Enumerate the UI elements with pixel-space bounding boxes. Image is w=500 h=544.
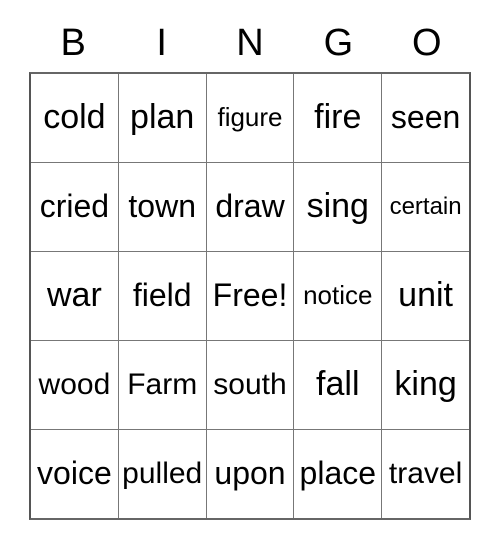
bingo-cell[interactable]: south <box>205 341 294 429</box>
bingo-row: war field Free! notice unit <box>31 251 469 340</box>
bingo-cell-label: draw <box>215 188 285 225</box>
bingo-cell-label: figure <box>217 102 283 133</box>
bingo-cell-label: wood <box>38 368 111 402</box>
bingo-cell[interactable]: sing <box>293 163 382 251</box>
bingo-header-letter-g: G <box>323 22 354 64</box>
bingo-cell[interactable]: king <box>381 341 469 429</box>
bingo-cell-label: king <box>394 365 457 404</box>
bingo-cell-label: place <box>299 455 377 492</box>
bingo-cell[interactable]: upon <box>205 430 294 518</box>
bingo-cell[interactable]: seen <box>381 74 469 162</box>
bingo-cell-label: unit <box>398 276 453 315</box>
bingo-cell-label: fire <box>314 98 362 137</box>
bingo-cell-label: pulled <box>122 457 203 491</box>
bingo-cell[interactable]: notice <box>293 252 382 340</box>
bingo-cell[interactable]: voice <box>31 430 118 518</box>
bingo-cell-label: cold <box>43 98 106 137</box>
bingo-cell[interactable]: pulled <box>117 430 206 518</box>
bingo-cell-label: plan <box>130 98 195 137</box>
bingo-cell-label: field <box>132 277 192 314</box>
bingo-cell[interactable]: draw <box>205 163 294 251</box>
bingo-header-letter-i: I <box>156 22 167 64</box>
bingo-row: wood Farm south fall king <box>31 340 469 429</box>
bingo-cell-label: travel <box>388 457 463 491</box>
bingo-cell[interactable]: war <box>31 252 118 340</box>
bingo-cell[interactable]: figure <box>205 74 294 162</box>
bingo-cell[interactable]: fall <box>293 341 382 429</box>
bingo-cell-label: certain <box>389 193 462 221</box>
bingo-free-space-label: Free! <box>212 277 288 314</box>
bingo-cell-label: town <box>128 188 196 225</box>
bingo-row: voice pulled upon place travel <box>31 429 469 518</box>
bingo-cell-label: upon <box>214 455 286 492</box>
bingo-row: cried town draw sing certain <box>31 162 469 251</box>
bingo-row: cold plan figure fire seen <box>31 74 469 162</box>
bingo-cell[interactable]: Farm <box>117 341 206 429</box>
bingo-cell-label: fall <box>316 365 360 404</box>
bingo-cell-label: voice <box>37 455 112 492</box>
bingo-cell[interactable]: cold <box>31 74 118 162</box>
bingo-cell-label: seen <box>390 99 461 136</box>
bingo-cell[interactable]: wood <box>31 341 118 429</box>
bingo-cell[interactable]: plan <box>117 74 206 162</box>
bingo-cell[interactable]: unit <box>381 252 469 340</box>
bingo-header-letter-n: N <box>236 22 264 64</box>
bingo-cell[interactable]: travel <box>381 430 469 518</box>
bingo-header-letter-o: O <box>412 22 442 64</box>
bingo-cell[interactable]: place <box>293 430 382 518</box>
bingo-header-letter-b: B <box>60 22 86 64</box>
bingo-cell-label: Farm <box>127 368 198 402</box>
bingo-card: B I N G O cold plan figure fire seen cri… <box>29 14 471 520</box>
bingo-cell-label: south <box>213 368 287 402</box>
bingo-cell-label: war <box>47 276 102 315</box>
bingo-cell-label: sing <box>306 187 369 226</box>
bingo-cell[interactable]: certain <box>381 163 469 251</box>
bingo-cell[interactable]: town <box>117 163 206 251</box>
bingo-grid: cold plan figure fire seen cried town dr… <box>29 72 471 520</box>
bingo-cell[interactable]: field <box>117 252 206 340</box>
bingo-cell-label: notice <box>303 280 373 311</box>
bingo-header-row: B I N G O <box>29 14 471 72</box>
bingo-cell[interactable]: fire <box>293 74 382 162</box>
bingo-cell-label: cried <box>39 188 110 225</box>
bingo-cell[interactable]: cried <box>31 163 118 251</box>
bingo-cell-free-space[interactable]: Free! <box>205 252 294 340</box>
